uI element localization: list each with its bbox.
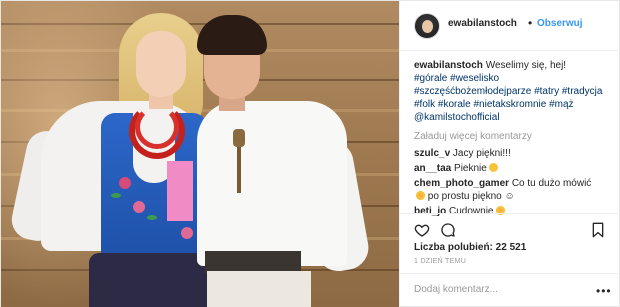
comment: szulc_v Jacy piękni!!! [414, 147, 610, 160]
comment-username[interactable]: szulc_v [414, 148, 450, 159]
header-separator: • [528, 16, 533, 30]
hashtag[interactable]: #szczęśćbożemłodejparze [414, 86, 531, 97]
mention[interactable]: @kamilstochofficial [414, 112, 500, 123]
hashtag[interactable]: #korale [438, 99, 471, 110]
comment-username[interactable]: chem_photo_gamer [414, 178, 509, 189]
man-pants [207, 271, 311, 307]
hashtag[interactable]: #weselisko [450, 73, 499, 84]
comment-text: Pieknie [454, 163, 487, 174]
comment: an__taa Pieknie [414, 162, 610, 175]
woman-lacing [167, 161, 193, 221]
hashtag[interactable]: #nietakskromnie [474, 99, 547, 110]
woman-face [136, 31, 186, 97]
hashtag[interactable]: #tradycja [562, 86, 603, 97]
man-belt [205, 251, 301, 273]
caption: ewabilanstoch Weselimy się, hej! #górale… [414, 59, 610, 124]
embroidery-flower [181, 227, 193, 239]
post-photo[interactable] [1, 1, 399, 307]
post-header: ewabilanstoch • Obserwuj [400, 1, 620, 51]
embroidery-flower [133, 201, 145, 213]
embroidery-leaf [111, 193, 121, 198]
load-more-comments[interactable]: Załaduj więcej komentarzy [414, 130, 610, 143]
comment-icon[interactable] [440, 222, 456, 238]
comment-text: Co tu dużo mówić [511, 178, 592, 189]
hashtag[interactable]: #folk [414, 99, 435, 110]
man-hair [197, 15, 267, 55]
man-brooch [233, 129, 245, 147]
heart-eyes-emoji-icon [416, 191, 425, 200]
caption-username[interactable]: ewabilanstoch [414, 60, 483, 71]
likes-count[interactable]: Liczba polubień: 22 521 [414, 242, 526, 253]
man-shirt [197, 101, 347, 266]
smiley-emoji-icon [488, 163, 498, 172]
comment-text-continued: po prostu piękno ☺ [427, 191, 515, 202]
likes-label: Liczba polubień: [414, 242, 493, 253]
instagram-post: ewabilanstoch • Obserwuj ewabilanstoch W… [0, 0, 620, 307]
caption-text: Weselimy się, hej! [485, 60, 567, 71]
comments-section: ewabilanstoch Weselimy się, hej! #górale… [414, 59, 610, 220]
comment-text: Jacy piękni!!! [452, 148, 511, 159]
coral-necklace [135, 105, 179, 149]
likes-number: 22 521 [495, 242, 527, 253]
heart-icon[interactable] [414, 222, 430, 238]
hashtag[interactable]: #górale [414, 73, 447, 84]
embroidery-leaf [147, 215, 157, 220]
hashtag[interactable]: #tatry [534, 86, 559, 97]
embroidery-flower [119, 177, 131, 189]
comment: chem_photo_gamer Co tu dużo mówić po pro… [414, 177, 610, 203]
header-username[interactable]: ewabilanstoch [448, 18, 517, 29]
avatar-face [422, 20, 433, 33]
add-comment-input[interactable] [414, 284, 584, 295]
more-options-button[interactable]: ••• [596, 284, 612, 298]
post-side-panel: ewabilanstoch • Obserwuj ewabilanstoch W… [399, 1, 620, 307]
man-brooch-chain [237, 147, 241, 193]
bookmark-icon[interactable] [590, 222, 606, 238]
hashtag[interactable]: #mąż [549, 99, 573, 110]
follow-button[interactable]: Obserwuj [537, 18, 583, 29]
add-comment-row: ••• [400, 273, 620, 307]
post-timestamp: 1 DZIEŃ TEMU [414, 258, 467, 265]
avatar[interactable] [414, 13, 440, 39]
comment-username[interactable]: an__taa [414, 163, 451, 174]
